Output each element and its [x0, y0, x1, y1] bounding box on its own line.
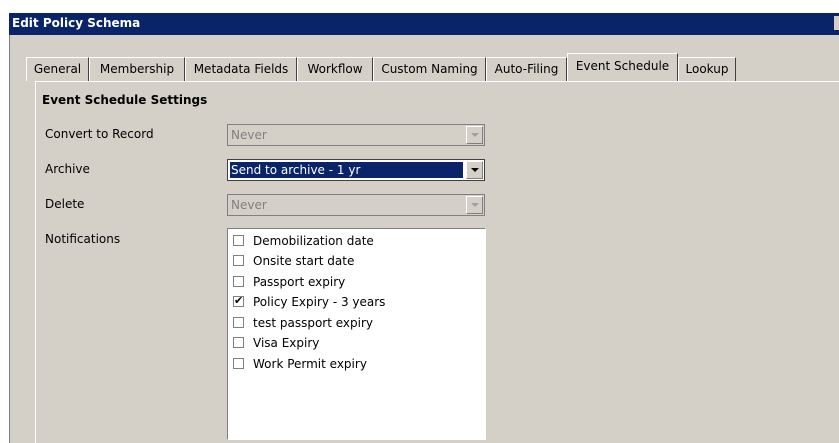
archive-select[interactable]: Send to archive - 1 yr	[227, 159, 485, 181]
list-item-label: Passport expiry	[253, 275, 346, 289]
window-title: Edit Policy Schema	[12, 16, 141, 30]
convert-to-record-value: Never	[231, 128, 267, 142]
tab-metadata-fields[interactable]: Metadata Fields	[185, 57, 297, 81]
checkbox[interactable]	[233, 255, 244, 266]
tab-general[interactable]: General	[26, 57, 89, 81]
list-item-label: test passport expiry	[253, 316, 374, 330]
dropdown-button	[466, 196, 483, 214]
tab-membership[interactable]: Membership	[89, 57, 185, 81]
dropdown-button[interactable]	[466, 161, 483, 179]
tab-custom-naming[interactable]: Custom Naming	[373, 57, 486, 81]
archive-label: Archive	[45, 162, 90, 176]
checkbox[interactable]	[233, 358, 244, 369]
tab-label: Auto-Filing	[494, 62, 559, 76]
title-bar: Edit Policy Schema	[9, 13, 839, 35]
chevron-down-icon	[471, 203, 479, 207]
tab-auto-filing[interactable]: Auto-Filing	[486, 57, 567, 81]
checkbox[interactable]	[233, 317, 244, 328]
delete-label: Delete	[45, 197, 85, 211]
convert-to-record-label: Convert to Record	[45, 127, 154, 141]
tab-event-schedule[interactable]: Event Schedule	[567, 53, 678, 81]
title-bar-button-edge[interactable]	[834, 16, 839, 30]
tab-workflow[interactable]: Workflow	[297, 57, 373, 81]
list-item-label: Visa Expiry	[253, 336, 320, 350]
tab-label: Metadata Fields	[193, 62, 289, 76]
tab-label: Workflow	[307, 62, 363, 76]
list-item-label: Demobilization date	[253, 234, 374, 248]
chevron-down-icon	[471, 133, 479, 137]
checkbox-checked[interactable]: ✔	[233, 294, 244, 307]
checkbox[interactable]	[233, 235, 244, 246]
checkbox[interactable]	[233, 276, 244, 287]
dropdown-button	[466, 126, 483, 144]
delete-value: Never	[231, 198, 267, 212]
chevron-down-icon	[471, 168, 479, 172]
tab-label: Event Schedule	[575, 59, 670, 73]
list-item-label: Onsite start date	[253, 254, 355, 268]
notifications-label: Notifications	[45, 232, 121, 246]
tab-label: Membership	[99, 62, 175, 76]
convert-to-record-select: Never	[227, 124, 485, 146]
tab-label: General	[33, 62, 82, 76]
delete-select: Never	[227, 194, 485, 216]
checkbox[interactable]	[233, 337, 244, 348]
list-item-label: Policy Expiry - 3 years	[253, 295, 386, 309]
tab-label: Lookup	[685, 62, 729, 76]
notifications-list[interactable]: Demobilization date Onsite start date Pa…	[227, 228, 486, 440]
tab-label: Custom Naming	[381, 62, 478, 76]
list-item-label: Work Permit expiry	[253, 357, 367, 371]
check-icon: ✔	[234, 294, 244, 307]
section-title: Event Schedule Settings	[42, 93, 208, 107]
archive-value[interactable]: Send to archive - 1 yr	[230, 162, 463, 178]
tab-lookup[interactable]: Lookup	[678, 57, 736, 81]
